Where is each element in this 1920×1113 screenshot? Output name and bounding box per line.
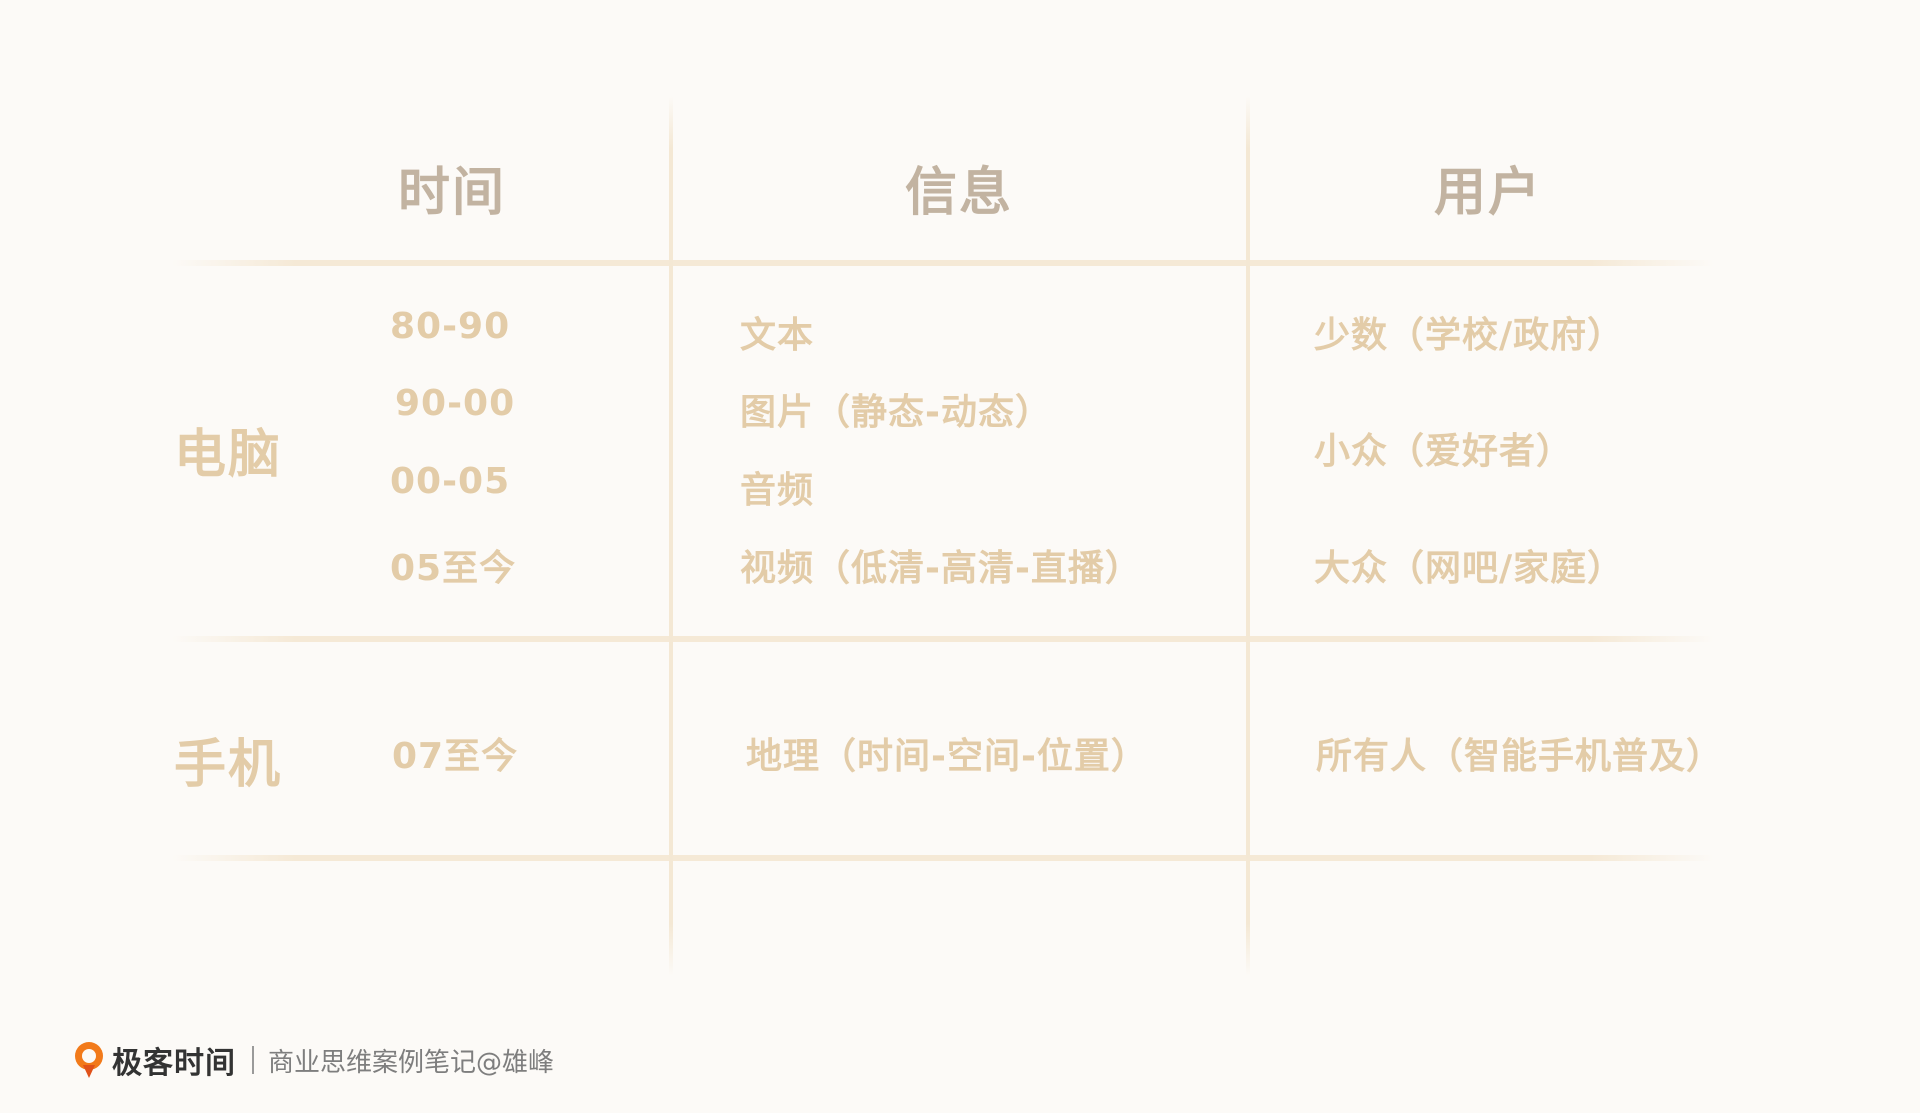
brand-name: 极客时间 — [112, 1046, 236, 1081]
info-cell: 图片（静态-动态） — [740, 392, 1052, 433]
info-cell: 地理（时间-空间-位置） — [746, 736, 1148, 777]
user-cell: 所有人（智能手机普及） — [1316, 736, 1724, 777]
column-divider-2 — [1246, 96, 1250, 976]
time-cell: 80-90 — [390, 306, 511, 347]
user-cell: 大众（网吧/家庭） — [1314, 548, 1625, 589]
time-cell: 05至今 — [390, 548, 517, 589]
row-divider-2 — [172, 855, 1714, 861]
time-cell: 90-00 — [395, 383, 516, 424]
user-cell: 少数（学校/政府） — [1314, 315, 1625, 356]
user-cell: 小众（爱好者） — [1314, 431, 1574, 472]
header-info: 信息 — [905, 163, 1014, 223]
header-divider — [172, 260, 1714, 266]
column-divider-1 — [669, 96, 673, 976]
row-label-pc: 电脑 — [174, 425, 283, 485]
header-user: 用户 — [1434, 163, 1543, 223]
info-cell: 文本 — [740, 315, 815, 356]
info-cell: 音频 — [740, 470, 815, 511]
row-divider-1 — [172, 636, 1714, 642]
header-time: 时间 — [398, 163, 507, 223]
time-cell: 07至今 — [392, 736, 519, 777]
footer-tagline: 商业思维案例笔记@雄峰 — [268, 1047, 555, 1078]
time-cell: 00-05 — [390, 461, 511, 502]
row-label-mobile: 手机 — [174, 735, 283, 795]
footer-separator — [252, 1046, 254, 1074]
geektime-logo-icon — [72, 1040, 106, 1080]
info-cell: 视频（低清-高清-直播） — [740, 548, 1142, 589]
footer: 极客时间 商业思维案例笔记@雄峰 — [72, 1037, 554, 1083]
